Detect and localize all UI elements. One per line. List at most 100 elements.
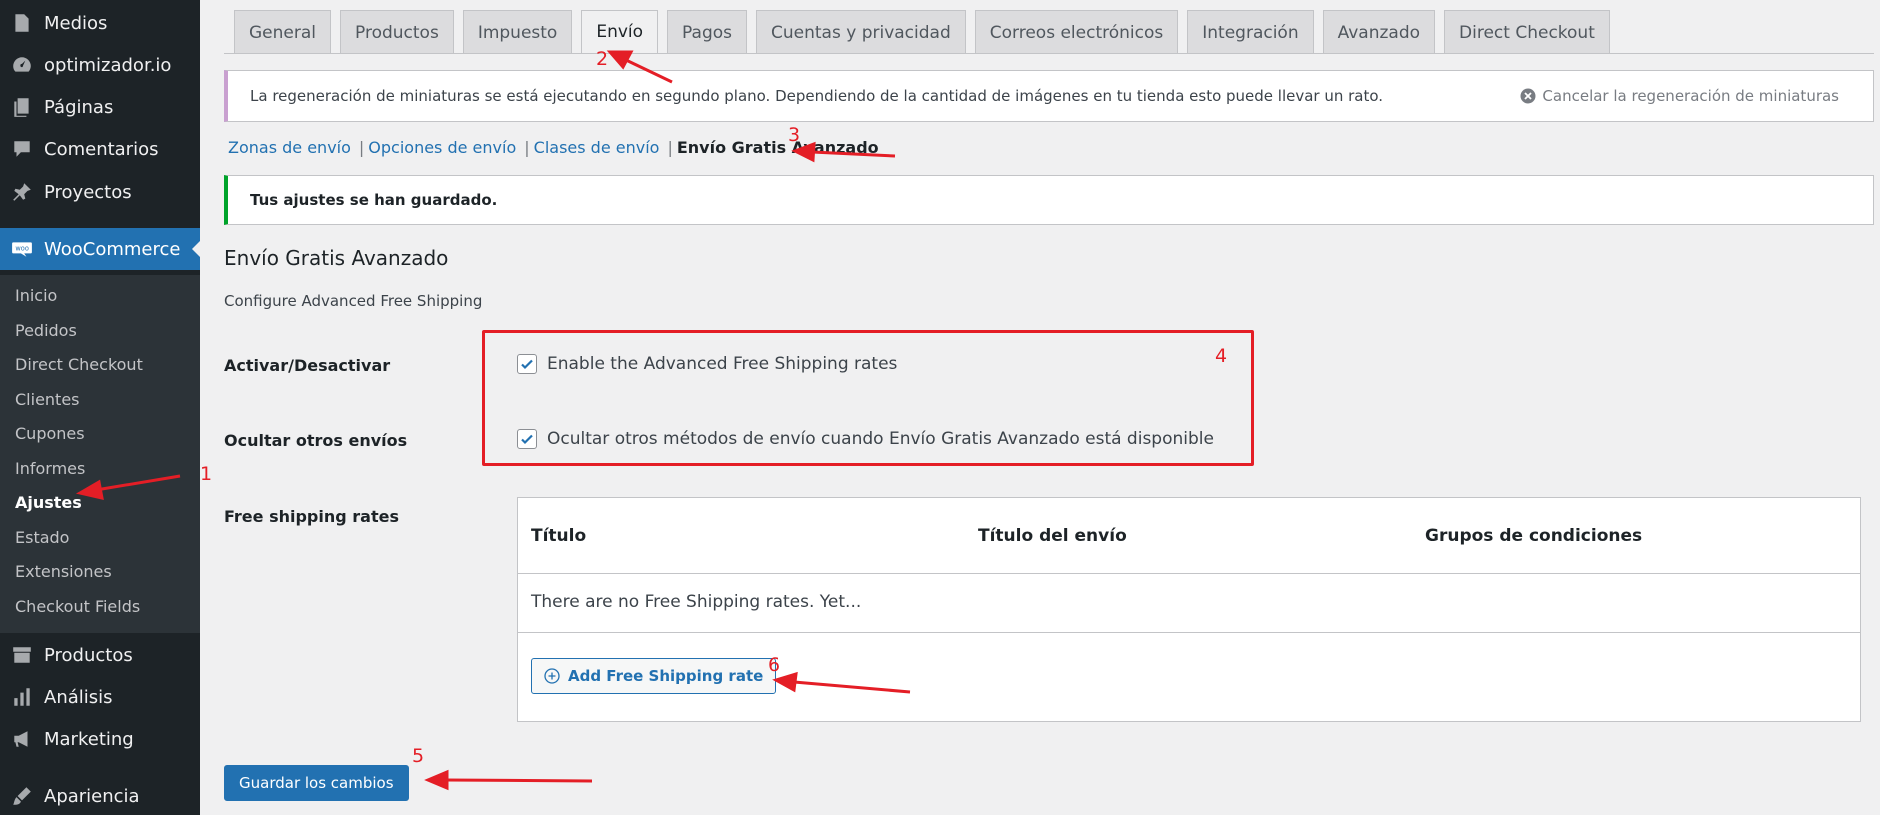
hide-checkbox[interactable] <box>517 429 537 449</box>
settings-tabs: General Productos Impuesto Envío Pagos C… <box>234 10 1610 54</box>
menu-label: optimizador.io <box>44 54 172 76</box>
media-icon <box>10 11 34 35</box>
submenu-item-checkout-fields[interactable]: Checkout Fields <box>15 597 140 616</box>
menu-label: Apariencia <box>44 785 140 807</box>
submenu-item-inicio[interactable]: Inicio <box>15 286 57 305</box>
annotation-5: 5 <box>412 745 425 767</box>
saved-notice: Tus ajustes se han guardado. <box>224 175 1874 225</box>
tab-integracion[interactable]: Integración <box>1187 10 1314 54</box>
subnav-clases-envio[interactable]: Clases de envío <box>534 138 660 157</box>
bar-chart-icon <box>10 685 34 709</box>
gauge-icon <box>10 53 34 77</box>
subnav-separator: | <box>524 138 530 157</box>
archive-icon <box>10 643 34 667</box>
add-free-shipping-rate-button[interactable]: Add Free Shipping rate <box>531 658 777 694</box>
pages-icon <box>10 95 34 119</box>
woocommerce-submenu: Inicio Pedidos Direct Checkout Clientes … <box>0 275 200 633</box>
free-shipping-rates-table: Título Título del envío Grupos de condic… <box>517 497 1861 722</box>
menu-item-apariencia[interactable]: Apariencia <box>0 775 200 815</box>
tab-avanzado[interactable]: Avanzado <box>1322 10 1436 54</box>
submenu-item-pedidos[interactable]: Pedidos <box>15 321 77 340</box>
submenu-item-extensiones[interactable]: Extensiones <box>15 562 112 581</box>
subnav-zonas-envio[interactable]: Zonas de envío <box>228 138 351 157</box>
submenu-item-informes[interactable]: Informes <box>15 459 85 478</box>
submenu-item-cupones[interactable]: Cupones <box>15 424 85 443</box>
arrow-5 <box>445 778 593 783</box>
shipping-subnav: Zonas de envío | Opciones de envío | Cla… <box>228 138 879 157</box>
save-changes-button[interactable]: Guardar los cambios <box>224 765 409 801</box>
hide-setting[interactable]: Ocultar otros métodos de envío cuando En… <box>517 429 1214 449</box>
checkmark-icon <box>521 359 533 370</box>
menu-label: Páginas <box>44 96 114 118</box>
cancel-label: Cancelar la regeneración de miniaturas <box>1542 87 1839 105</box>
menu-label: Marketing <box>44 728 134 750</box>
subnav-separator: | <box>358 138 365 157</box>
table-header: Título Título del envío Grupos de condic… <box>518 498 1860 574</box>
arrowhead-5 <box>424 769 449 791</box>
pin-icon <box>10 180 34 204</box>
empty-message: There are no Free Shipping rates. Yet... <box>531 592 862 612</box>
tab-impuesto[interactable]: Impuesto <box>462 10 573 54</box>
menu-item-comments[interactable]: Comentarios <box>0 128 200 170</box>
menu-label: Comentarios <box>44 138 159 160</box>
tab-envio[interactable]: Envío <box>581 10 659 54</box>
tab-cuentas-privacidad[interactable]: Cuentas y privacidad <box>756 10 966 54</box>
column-titulo: Título <box>531 526 587 546</box>
cancel-regeneration-link[interactable]: Cancelar la regeneración de miniaturas <box>1520 87 1839 105</box>
regeneration-notice: La regeneración de miniaturas se está ej… <box>224 70 1874 122</box>
menu-item-media[interactable]: Medios <box>0 2 200 44</box>
menu-item-productos[interactable]: Productos <box>0 634 200 676</box>
menu-item-pages[interactable]: Páginas <box>0 86 200 128</box>
svg-text:woo: woo <box>15 245 28 253</box>
column-grupos-condiciones: Grupos de condiciones <box>1425 526 1643 546</box>
enable-label: Activar/Desactivar <box>224 356 391 375</box>
hide-checkbox-label[interactable]: Ocultar otros métodos de envío cuando En… <box>547 429 1214 449</box>
enable-checkbox[interactable] <box>517 354 537 374</box>
notice-text: La regeneración de miniaturas se está ej… <box>250 87 1384 105</box>
menu-label: Medios <box>44 12 108 34</box>
subnav-envio-gratis-avanzado[interactable]: Envío Gratis Avanzado <box>677 138 879 157</box>
annotation-1: 1 <box>200 463 213 485</box>
tab-direct-checkout[interactable]: Direct Checkout <box>1444 10 1610 54</box>
saved-text: Tus ajustes se han guardado. <box>250 191 498 209</box>
woo-icon: woo <box>10 237 34 261</box>
menu-label: Análisis <box>44 686 113 708</box>
section-description: Configure Advanced Free Shipping <box>224 292 483 310</box>
admin-sidebar: Medios optimizador.io Páginas Comentario… <box>0 0 200 815</box>
section-title: Envío Gratis Avanzado <box>224 246 449 270</box>
hide-label: Ocultar otros envíos <box>224 431 408 450</box>
tab-pagos[interactable]: Pagos <box>667 10 748 54</box>
submenu-item-clientes[interactable]: Clientes <box>15 390 80 409</box>
tab-productos[interactable]: Productos <box>340 10 454 54</box>
enable-setting[interactable]: Enable the Advanced Free Shipping rates <box>517 354 897 374</box>
brush-icon <box>10 784 34 808</box>
annotation-4: 4 <box>1215 345 1228 367</box>
submenu-item-estado[interactable]: Estado <box>15 528 69 547</box>
enable-checkbox-label[interactable]: Enable the Advanced Free Shipping rates <box>547 354 897 374</box>
rates-label: Free shipping rates <box>224 507 399 526</box>
current-arrow <box>192 241 200 257</box>
menu-item-projects[interactable]: Proyectos <box>0 171 200 213</box>
table-divider <box>518 632 1860 633</box>
menu-label: Proyectos <box>44 181 132 203</box>
checkmark-icon <box>521 434 533 445</box>
submenu-item-ajustes[interactable]: Ajustes <box>15 493 82 512</box>
menu-item-woocommerce[interactable]: woo WooCommerce <box>0 228 200 270</box>
menu-label: Productos <box>44 644 133 666</box>
arrowhead-2 <box>606 50 634 70</box>
menu-item-analisis[interactable]: Análisis <box>0 676 200 718</box>
subnav-opciones-envio[interactable]: Opciones de envío <box>368 138 516 157</box>
close-circle-icon <box>1520 88 1536 104</box>
menu-item-optimizador[interactable]: optimizador.io <box>0 44 200 86</box>
add-rate-label: Add Free Shipping rate <box>568 667 764 685</box>
column-titulo-envio: Título del envío <box>978 526 1127 546</box>
tab-correos[interactable]: Correos electrónicos <box>974 10 1179 54</box>
subnav-separator: | <box>667 138 673 157</box>
menu-label: WooCommerce <box>44 238 181 260</box>
plus-circle-icon <box>544 668 560 684</box>
tabs-divider <box>224 53 1874 54</box>
tab-general[interactable]: General <box>234 10 331 54</box>
comment-icon <box>10 137 34 161</box>
submenu-item-direct-checkout[interactable]: Direct Checkout <box>15 355 143 374</box>
menu-item-marketing[interactable]: Marketing <box>0 718 200 760</box>
